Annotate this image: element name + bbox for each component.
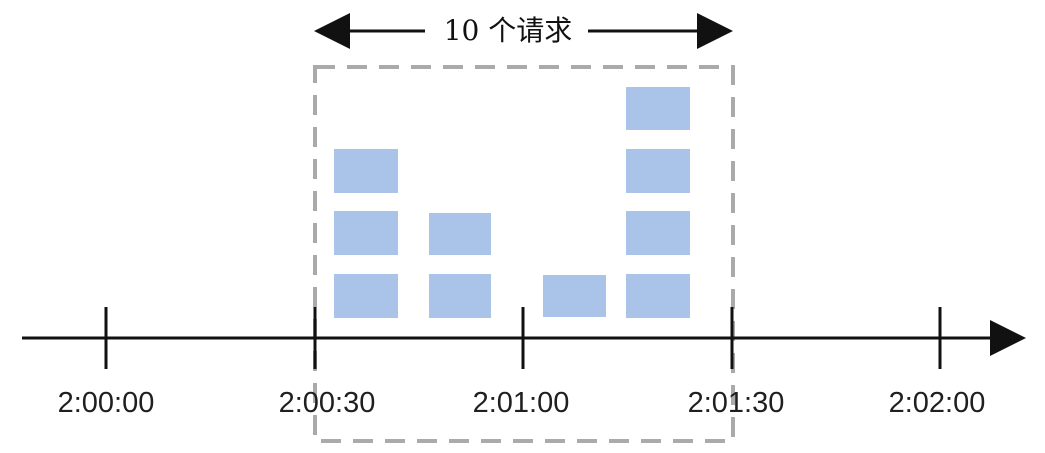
- rate-limit-window-diagram: 10 个请求 2:00:00 2:00:30 2:01:00 2:01:30 2…: [0, 0, 1045, 453]
- diagram-canvas: 10 个请求 2:00:00 2:00:30 2:01:00 2:01:30 2…: [22, 13, 1026, 443]
- request-block: [626, 87, 690, 130]
- request-block: [334, 274, 398, 318]
- time-axis-label: 2:00:00: [58, 387, 155, 419]
- request-blocks: [334, 87, 690, 318]
- time-axis-label: 2:00:30: [279, 387, 376, 419]
- request-block: [429, 274, 491, 318]
- time-axis-label: 2:02:00: [889, 387, 986, 419]
- window-caption: 10 个请求: [444, 14, 573, 47]
- request-block: [626, 211, 690, 255]
- time-axis-label: 2:01:00: [473, 387, 570, 419]
- request-block: [429, 213, 491, 255]
- request-block: [543, 275, 606, 317]
- request-block: [626, 274, 690, 318]
- request-block: [626, 149, 690, 193]
- request-block: [334, 149, 398, 193]
- time-axis-labels: 2:00:00 2:00:30 2:01:00 2:01:30 2:02:00: [58, 387, 986, 419]
- window-caption-group: 10 个请求: [314, 13, 733, 49]
- time-axis-label: 2:01:30: [688, 387, 785, 419]
- request-block: [334, 211, 398, 255]
